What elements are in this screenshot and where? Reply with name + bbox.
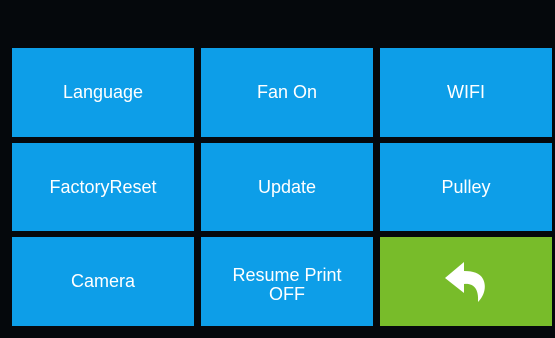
camera-label: Camera	[70, 271, 136, 291]
language-button[interactable]: Language	[12, 48, 194, 137]
back-arrow-icon	[445, 261, 485, 302]
wifi-label: WIFI	[447, 82, 485, 102]
resume-print-label: Resume Print OFF	[232, 264, 342, 304]
pulley-label: Pulley	[441, 176, 491, 197]
resume-print-toggle-button[interactable]: Resume Print OFF	[201, 237, 373, 326]
back-button[interactable]	[380, 237, 552, 326]
update-label: Update	[257, 176, 317, 197]
fan-toggle-button[interactable]: Fan On	[201, 48, 373, 137]
update-button[interactable]: Update	[201, 143, 373, 231]
wifi-button[interactable]: WIFI	[380, 48, 552, 137]
fan-toggle-label: Fan On	[256, 82, 318, 102]
settings-screen: Language Fan On WIFI FactoryReset Update…	[0, 0, 555, 338]
factory-reset-button[interactable]: FactoryReset	[12, 143, 194, 231]
factory-reset-label: FactoryReset	[49, 176, 157, 197]
pulley-button[interactable]: Pulley	[380, 143, 552, 231]
camera-button[interactable]: Camera	[12, 237, 194, 326]
language-label: Language	[62, 82, 144, 102]
